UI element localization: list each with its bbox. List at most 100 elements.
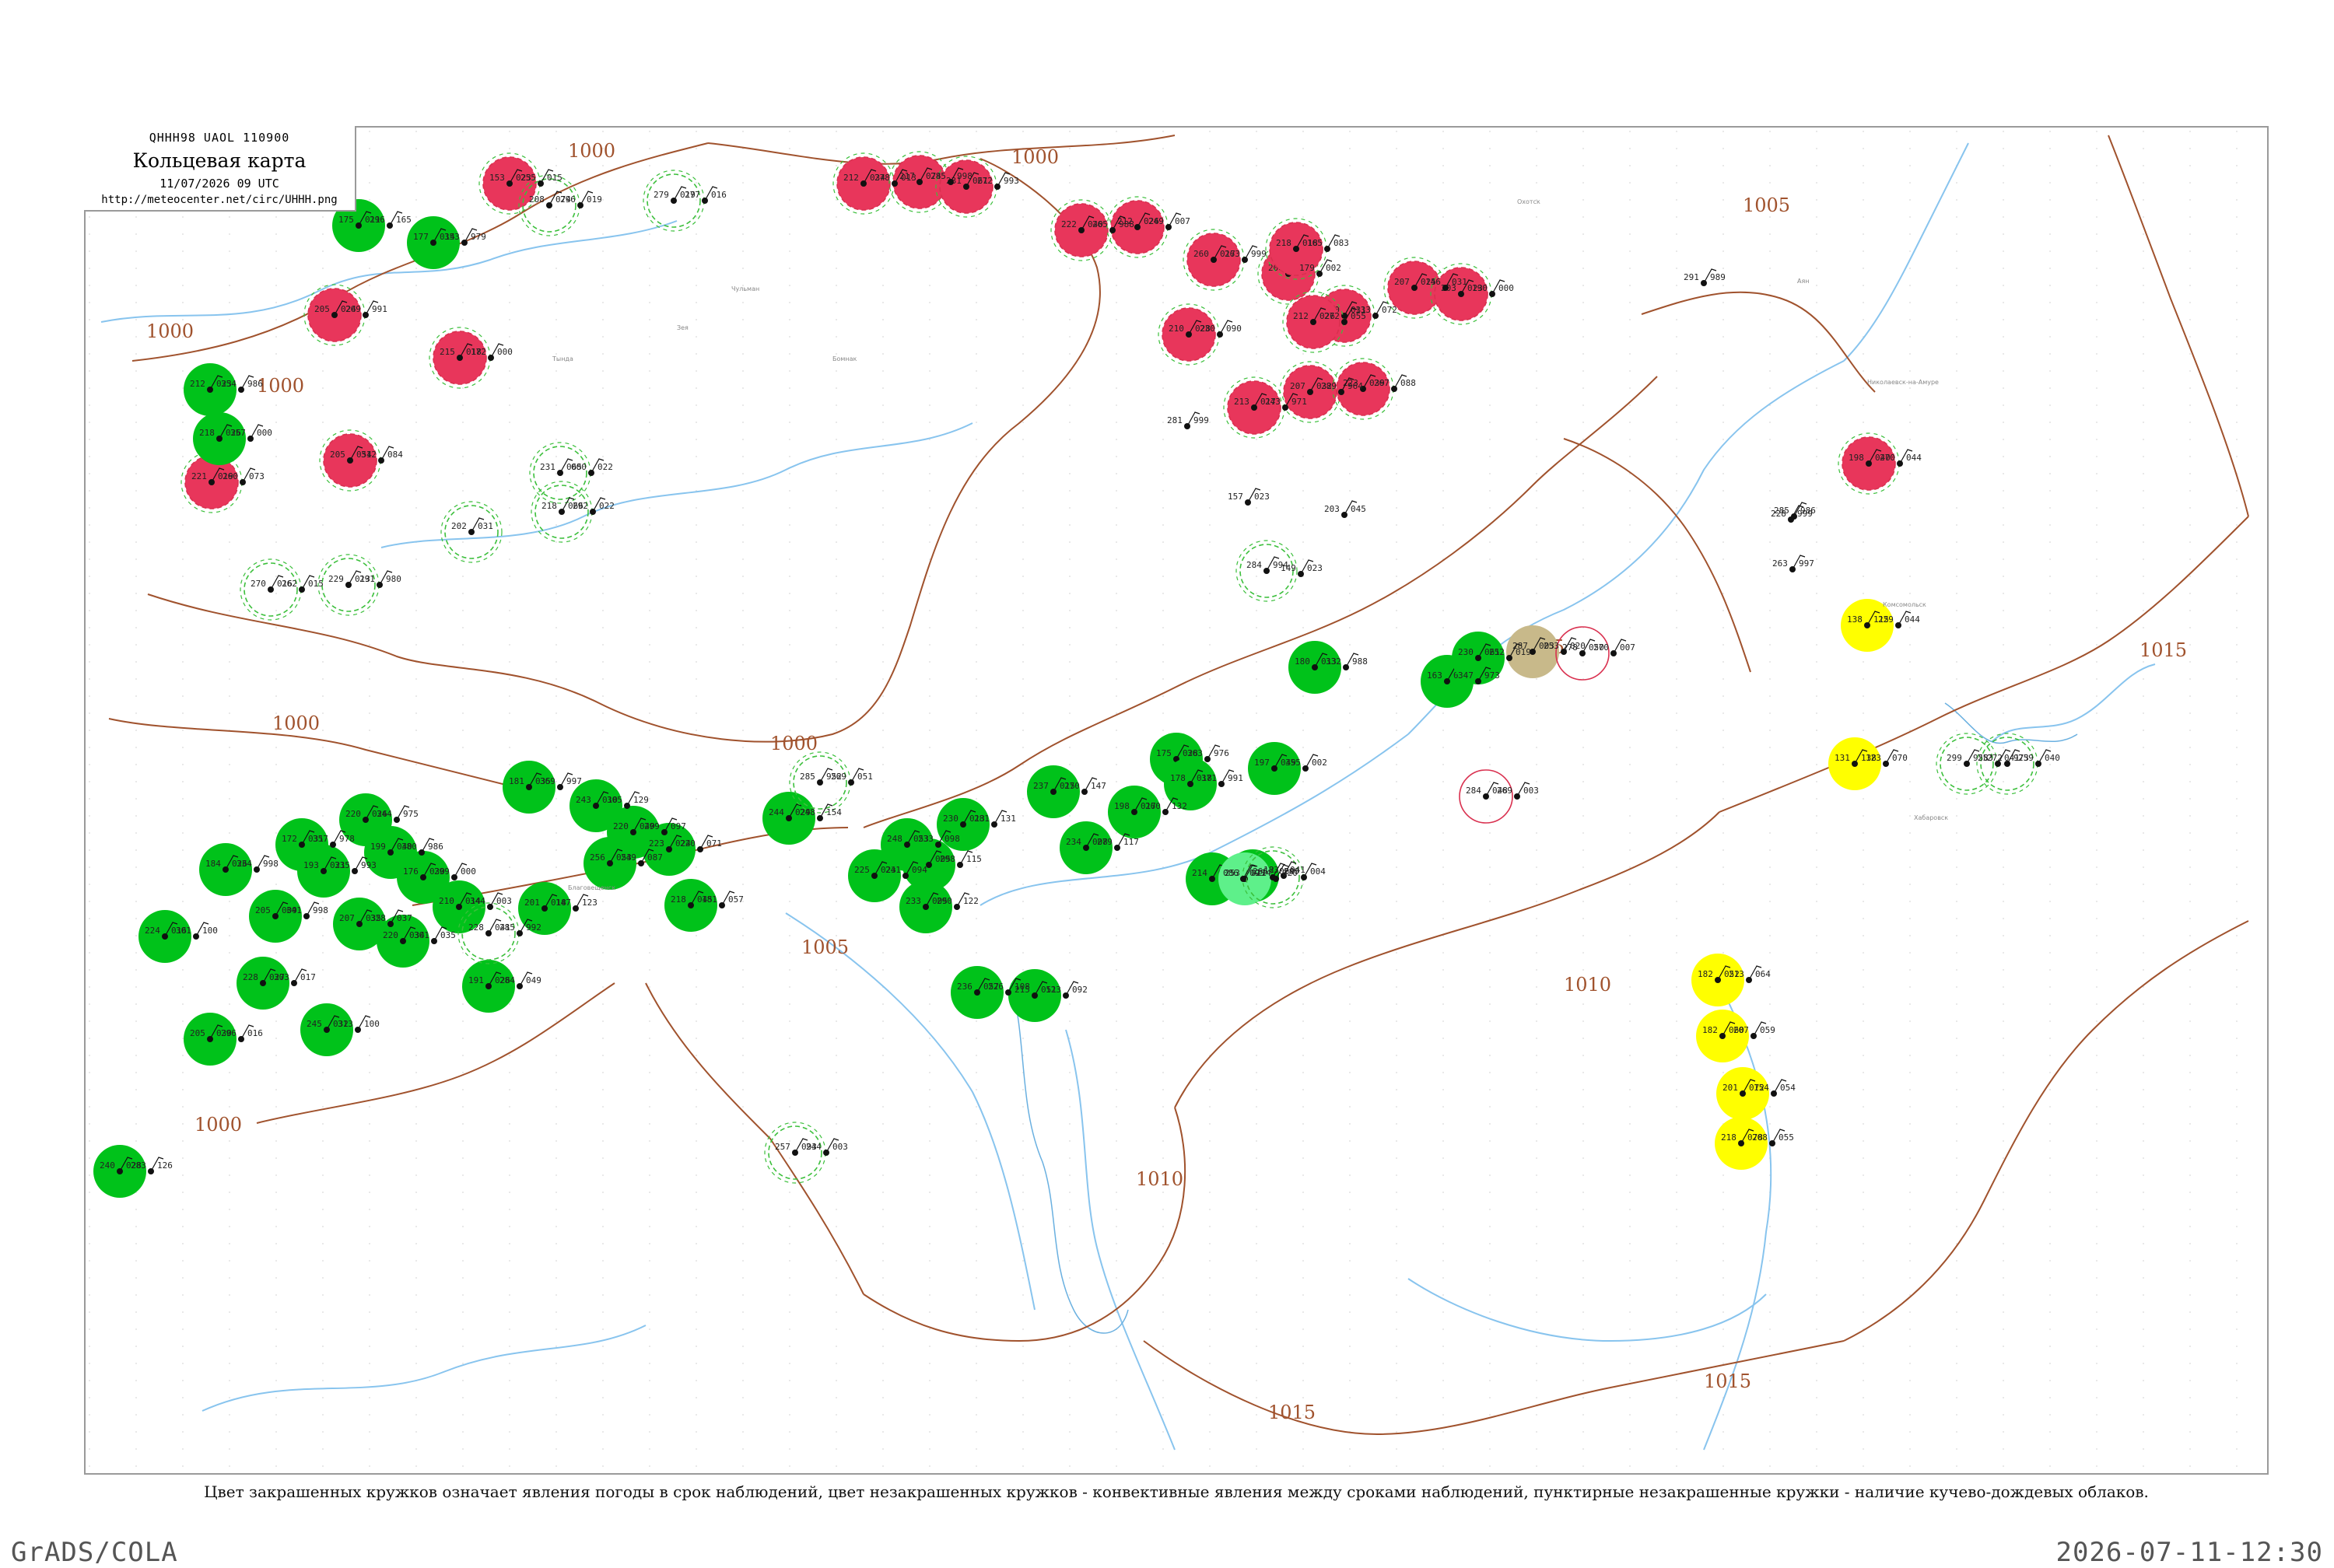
station-temperature: 263	[1772, 558, 1788, 569]
isobar-label: 1000	[194, 1114, 242, 1136]
station-temperature: 212	[190, 379, 205, 389]
station-temperature: 283	[131, 1160, 146, 1171]
place-label: Бомнак	[832, 355, 857, 362]
station-pressure: 092	[1072, 985, 1088, 995]
station-temperature: 176	[403, 866, 419, 877]
station-temperature: 205	[330, 450, 345, 460]
station-pressure: 017	[300, 972, 316, 982]
station-temperature: 291	[359, 574, 375, 584]
bulletin-code: QHHH98 UAOL 110900	[149, 131, 290, 145]
station-marker: 207 032	[1279, 361, 1341, 423]
station-temperature: 223	[649, 838, 664, 849]
station-temperature: 369	[540, 776, 555, 786]
isobar-label: 1010	[1136, 1168, 1183, 1190]
station-pressure: 055	[1779, 1132, 1794, 1143]
map-url[interactable]: http://meteocenter.net/circ/UHHH.png	[84, 194, 355, 206]
station-temperature: 289	[1321, 381, 1337, 391]
station-temperature: 228	[243, 972, 258, 982]
station-temperature: 301	[176, 926, 191, 936]
station-temperature: 285	[499, 922, 515, 933]
station-pressure: 007	[1620, 642, 1635, 653]
station-pressure: 997	[566, 776, 582, 786]
station-temperature: 249	[1148, 216, 1164, 226]
station-temperature: 260	[223, 471, 238, 481]
station-temperature: 296	[221, 1028, 237, 1038]
station-temperature: 334	[237, 859, 252, 869]
station-temperature: 218	[1276, 238, 1291, 248]
station-temperature: 270	[1880, 453, 1895, 463]
station-pressure: 083	[1333, 238, 1349, 248]
station-pressure: 991	[372, 304, 387, 314]
station-temperature: 131	[1835, 753, 1850, 763]
station-pressure: 154	[826, 807, 842, 817]
station-marker: 218 078	[1715, 1117, 1768, 1170]
map-date: 11/07/2026 09 UTC	[159, 177, 279, 191]
station-temperature: 154	[1754, 1083, 1769, 1093]
station-pressure: 989	[1710, 272, 1726, 282]
station-temperature: 220	[383, 930, 398, 940]
station-pressure: 013	[901, 173, 916, 183]
station-temperature: 243	[576, 795, 591, 805]
station-temperature: 344	[377, 809, 392, 819]
station-temperature: 218	[1721, 1132, 1736, 1143]
station-marker: 198 017	[1108, 786, 1161, 838]
station-temperature: 299	[644, 821, 660, 831]
station-pressure: 964	[1347, 381, 1363, 391]
station-marker: 212 026	[1282, 291, 1344, 353]
station-temperature: 210	[1169, 324, 1184, 334]
station-pressure: 064	[1755, 969, 1771, 979]
station-pressure: 132	[1172, 801, 1187, 811]
station-marker: 213 017	[1223, 376, 1285, 439]
station-pressure: 073	[249, 471, 265, 481]
station-pressure: 100	[364, 1019, 380, 1029]
station-temperature: 190	[1472, 283, 1488, 293]
station-pressure: 165	[396, 215, 412, 225]
station-pressure: 979	[471, 232, 486, 242]
station-marker: 203023	[1430, 263, 1492, 325]
station-temperature: 230	[1200, 324, 1215, 334]
isobar-label: 1000	[1011, 146, 1059, 168]
station-temperature: 371	[1201, 773, 1217, 783]
station-marker: 222 040	[1050, 199, 1113, 261]
station-pressure: 999	[1193, 415, 1209, 425]
station-temperature: 218	[671, 894, 686, 905]
station-temperature: 138	[1847, 614, 1863, 625]
station-temperature: 175	[338, 215, 354, 225]
station-temperature: 363	[1187, 748, 1203, 758]
station-temperature: 380	[401, 842, 417, 852]
station-temperature: 198	[1114, 801, 1130, 811]
station-pressure: 044	[1905, 614, 1920, 625]
station-pressure: 993	[361, 860, 377, 870]
station-pressure: 975	[403, 809, 419, 819]
station-temperature: 230	[1458, 647, 1474, 657]
station-pressure: 098	[944, 834, 960, 844]
station-pressure: 040	[2045, 753, 2060, 763]
station-temperature: 301	[414, 930, 429, 940]
station-marker: 201 072	[1716, 1067, 1769, 1120]
station-temperature: 281	[974, 814, 990, 824]
station-pressure: 003	[496, 896, 512, 906]
station-marker: 260 017	[1183, 229, 1245, 291]
station-marker: 215 018	[429, 327, 491, 389]
station-pressure: 126	[157, 1160, 173, 1171]
station-pressure: 023	[1307, 563, 1323, 573]
station-pressure: 041	[2004, 753, 2020, 763]
station-temperature: 256	[590, 852, 605, 863]
station-temperature: 298	[940, 854, 955, 864]
station-pressure: 031	[1452, 277, 1467, 287]
station-temperature: 182	[1698, 969, 1713, 979]
station-marker: 256 053	[584, 837, 636, 890]
station-temperature: 243	[1265, 397, 1281, 407]
station-marker: 153 023	[478, 152, 541, 215]
place-label: Тында	[552, 355, 573, 362]
station-marker: 180 013	[1288, 641, 1341, 694]
station-pressure: 129	[633, 795, 649, 805]
station-marker: 184 026	[199, 843, 252, 896]
station-temperature: 220	[613, 821, 629, 831]
station-pressure: 980	[386, 574, 401, 584]
station-temperature: 278	[874, 173, 890, 183]
place-label: Комсомольск	[1883, 601, 1926, 608]
station-temperature: 180	[1295, 656, 1310, 667]
station-pressure: 003	[832, 1142, 848, 1152]
station-temperature: 182	[1702, 1025, 1718, 1035]
